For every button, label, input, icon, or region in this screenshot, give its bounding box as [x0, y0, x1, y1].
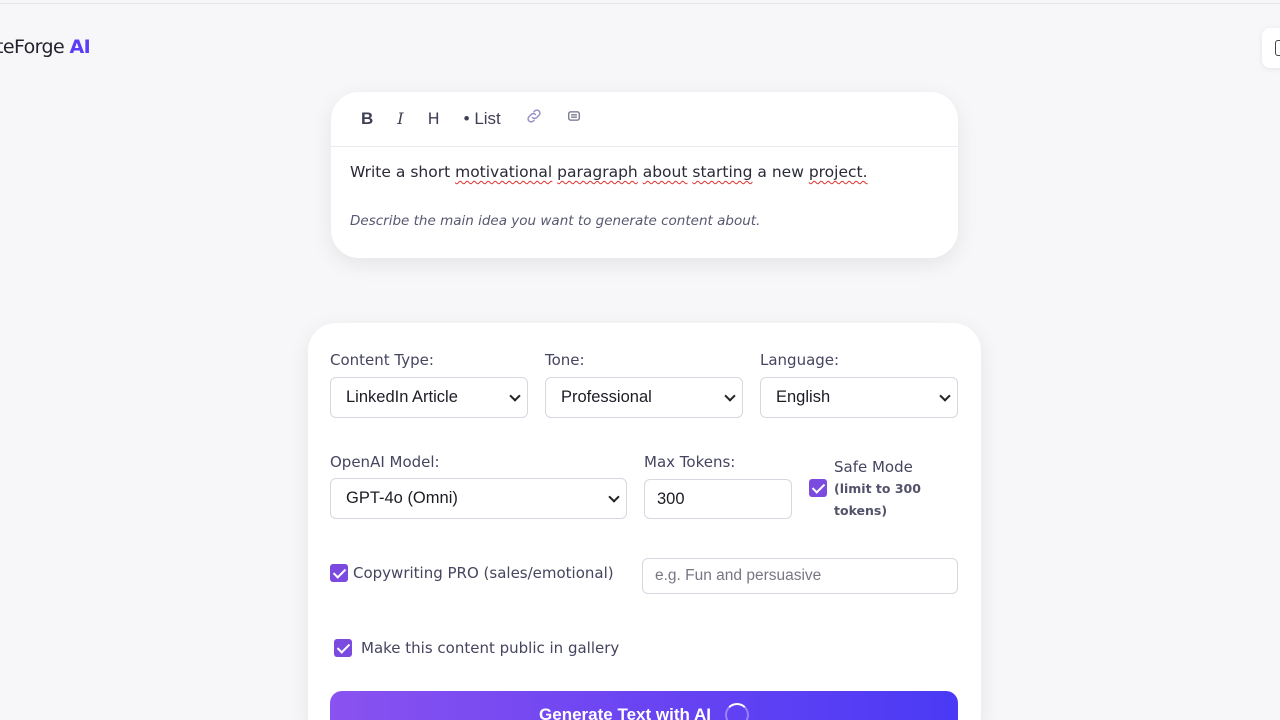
editor-content[interactable]: Write a short motivational paragraph abo…: [331, 147, 958, 213]
copywriting-placeholder: e.g. Fun and persuasive: [655, 567, 822, 584]
spinner-icon: [724, 703, 749, 720]
content-type-select[interactable]: LinkedIn Article: [330, 377, 528, 418]
misspelled-word: motivational: [455, 163, 553, 181]
safe-mode-note-2: tokens): [834, 503, 888, 518]
language-select[interactable]: English: [760, 377, 958, 418]
tone-select[interactable]: Professional: [545, 377, 743, 418]
link-icon[interactable]: [525, 107, 543, 131]
editor-hint: Describe the main idea you want to gener…: [350, 213, 761, 229]
safe-mode-note-1: (limit to 300: [834, 481, 921, 496]
misspelled-word: paragraph: [557, 163, 638, 181]
heading-button[interactable]: H: [428, 109, 440, 129]
editor-toolbar: B I H • List: [331, 92, 958, 147]
max-tokens-value: 300: [657, 489, 685, 508]
max-tokens-label: Max Tokens:: [644, 453, 736, 471]
generate-button[interactable]: Generate Text with AI: [330, 691, 958, 720]
chevron-down-icon: [939, 390, 951, 402]
public-gallery-checkbox[interactable]: [334, 639, 352, 657]
logo-accent: AI: [69, 36, 91, 58]
model-label: OpenAI Model:: [330, 453, 440, 471]
editor-word: a: [757, 163, 767, 181]
language-label: Language:: [760, 351, 840, 369]
top-border: [0, 3, 1280, 4]
italic-button[interactable]: I: [397, 109, 403, 129]
editor-word: Write: [350, 163, 391, 181]
editor-word: new: [771, 163, 804, 181]
image-icon[interactable]: [567, 109, 581, 129]
generate-button-label: Generate Text with AI: [539, 705, 711, 720]
misspelled-word: about: [642, 163, 688, 181]
content-type-label: Content Type:: [330, 351, 434, 369]
bold-button[interactable]: B: [361, 109, 373, 129]
misspelled-word: starting: [692, 163, 753, 181]
safe-mode-checkbox[interactable]: [809, 479, 827, 497]
copywriting-style-input[interactable]: e.g. Fun and persuasive: [642, 558, 958, 594]
public-gallery-label: Make this content public in gallery: [361, 639, 620, 657]
misspelled-word: project.: [808, 163, 868, 181]
copywriting-label: Copywriting PRO (sales/emotional): [353, 564, 614, 582]
list-button[interactable]: • List: [464, 109, 501, 129]
safe-mode-label: Safe Mode: [834, 458, 913, 476]
chevron-down-icon: [608, 491, 620, 503]
logo-text: teForge: [0, 36, 65, 58]
copywriting-checkbox[interactable]: [330, 564, 348, 582]
square-icon: [1275, 40, 1280, 56]
editor-word: short: [410, 163, 451, 181]
max-tokens-input[interactable]: 300: [644, 479, 792, 519]
tone-label: Tone:: [545, 351, 585, 369]
chevron-down-icon: [509, 390, 521, 402]
model-select[interactable]: GPT-4o (Omni): [330, 478, 627, 519]
chevron-down-icon: [724, 390, 736, 402]
editor-word: a: [395, 163, 406, 181]
model-value: GPT-4o (Omni): [346, 489, 458, 507]
app-logo[interactable]: teForge AI: [0, 36, 91, 58]
prompt-editor: B I H • List Write a short motivational …: [331, 92, 958, 258]
theme-toggle-button[interactable]: [1262, 28, 1280, 68]
language-value: English: [776, 388, 831, 406]
settings-panel: Content Type: LinkedIn Article Tone: Pro…: [308, 323, 981, 720]
tone-value: Professional: [561, 388, 652, 406]
content-type-value: LinkedIn Article: [346, 388, 458, 406]
